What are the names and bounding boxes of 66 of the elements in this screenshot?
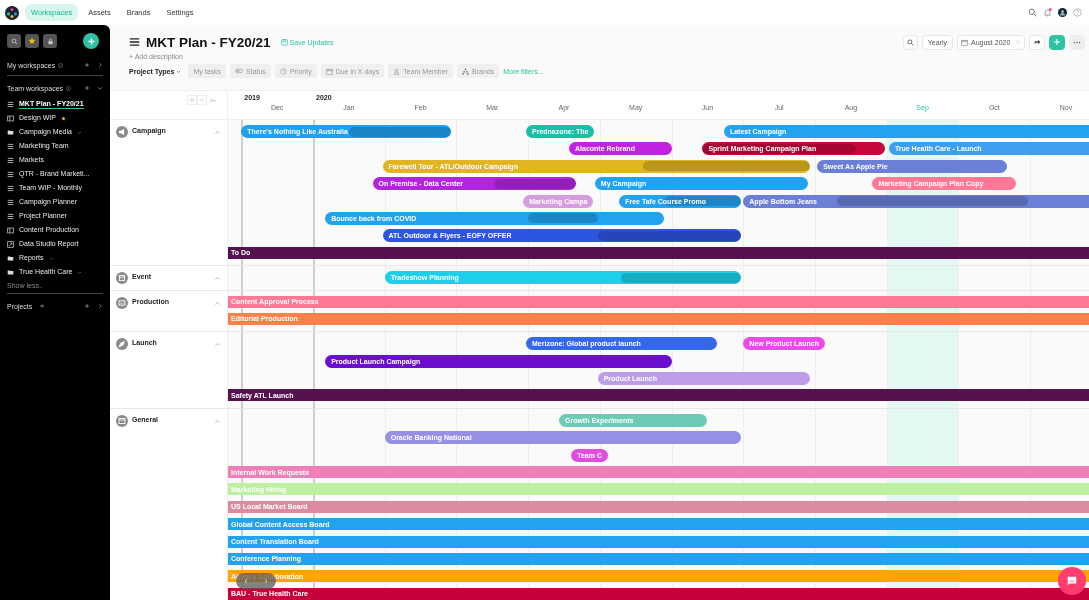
chevron-up-icon[interactable] [214, 341, 221, 349]
more-button[interactable] [1069, 34, 1085, 50]
list-icon [7, 170, 14, 178]
chevron-right-icon[interactable] [97, 303, 103, 309]
save-icon[interactable] [280, 38, 288, 46]
chevron-up-icon[interactable] [214, 417, 221, 425]
board-icon [7, 226, 14, 234]
avatar-icon[interactable] [1058, 8, 1067, 17]
share-arrow-icon [1033, 38, 1041, 46]
chevron-up-icon[interactable] [214, 275, 221, 283]
plus-icon [86, 36, 96, 46]
person-icon [393, 67, 401, 75]
caret-icon [176, 68, 182, 74]
menu-icon[interactable] [129, 37, 140, 47]
report-icon [7, 240, 14, 248]
plus-icon[interactable] [84, 85, 90, 91]
folder-icon [7, 128, 14, 136]
list-icon [7, 156, 14, 164]
window-icon [116, 414, 128, 427]
list-icon [7, 198, 14, 206]
help-icon[interactable] [1073, 8, 1082, 17]
lock-icon [46, 37, 54, 45]
board-icon [7, 114, 14, 122]
search-button[interactable] [7, 34, 21, 48]
add-button[interactable] [83, 33, 99, 49]
plus-icon [1053, 38, 1061, 46]
search-button[interactable] [902, 34, 918, 50]
list-icon [7, 212, 14, 220]
calendar-icon [116, 272, 128, 285]
list-icon [7, 184, 14, 192]
lock-button[interactable] [43, 34, 57, 48]
more-icon [1073, 40, 1081, 44]
toggle-icon [235, 68, 243, 74]
search-icon [10, 37, 18, 45]
plus-icon[interactable] [84, 303, 90, 309]
collapse-icon[interactable] [210, 97, 217, 104]
megaphone-icon [116, 126, 128, 138]
chevron-up-icon[interactable] [214, 299, 221, 307]
chevron-down-icon[interactable] [76, 129, 82, 135]
plus-icon[interactable] [84, 62, 90, 68]
calendar-icon [325, 67, 333, 75]
rocket-icon [116, 338, 128, 351]
arrow-right-icon[interactable] [39, 303, 46, 309]
chevron-down-icon[interactable] [77, 269, 83, 275]
search-icon[interactable] [1028, 8, 1037, 17]
chevron-down-icon[interactable] [97, 85, 103, 91]
dots-icon [462, 67, 469, 75]
bell-icon[interactable] [1043, 8, 1052, 17]
chat-bubble-icon [1066, 575, 1078, 587]
favorites-button[interactable] [25, 34, 39, 48]
info-icon[interactable] [66, 85, 72, 91]
list-icon [7, 100, 14, 108]
list-icon [7, 142, 14, 150]
search-icon [906, 38, 914, 46]
chevron-right-icon[interactable] [97, 62, 103, 68]
image-icon [116, 296, 128, 309]
page-title: MKT Plan - FY20/21 [146, 34, 271, 50]
calendar-icon [961, 38, 968, 46]
info-icon[interactable] [58, 62, 64, 68]
star-icon [28, 37, 36, 45]
plus-icon [189, 97, 195, 103]
logo-icon[interactable] [5, 5, 19, 20]
chevron-down-icon[interactable] [48, 255, 54, 261]
chevron-up-icon[interactable] [214, 129, 221, 136]
share-button[interactable] [1029, 34, 1045, 50]
priority-icon [279, 67, 287, 75]
